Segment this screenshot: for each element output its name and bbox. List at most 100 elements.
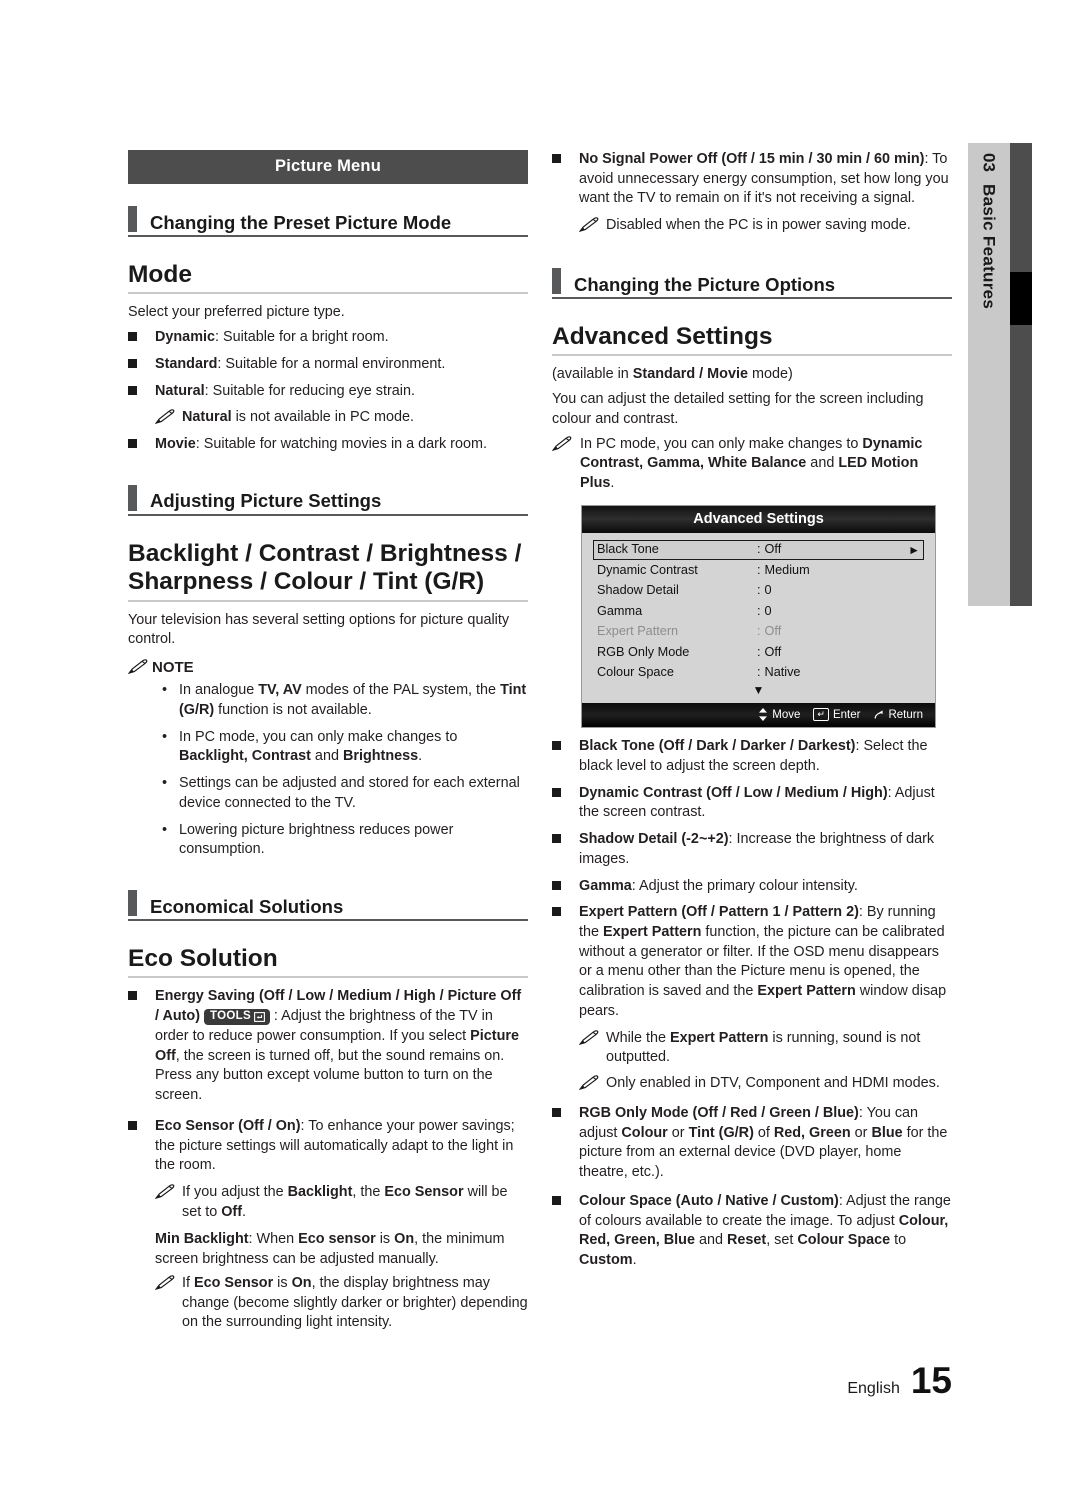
note-bold: TV, AV [258,682,302,699]
square-bullet-icon [128,382,155,402]
square-bullet-icon [128,435,155,455]
note-heading: NOTE [128,659,528,676]
note-text: . [241,1203,246,1220]
list-item: • In analogue TV, AV modes of the PAL sy… [162,681,528,720]
note-label: NOTE [152,659,194,677]
note-text: function is not available. [214,701,372,718]
square-bullet-icon [552,1104,579,1183]
osd-move-hint: Move [758,708,800,722]
list-item: • Settings can be adjusted and stored fo… [162,774,528,813]
min-backlight-bold: On [394,1231,415,1248]
section-marker-icon [552,267,561,294]
list-item: Standard: Suitable for a normal environm… [128,355,528,375]
note-text: , the [352,1183,385,1200]
section-header-label: Changing the Picture Options [574,273,836,295]
square-bullet-icon [552,737,579,776]
list-item: Movie: Suitable for watching movies in a… [128,435,528,455]
list-item: RGB Only Mode (Off / Red / Green / Blue)… [552,1104,952,1183]
note-text: In analogue [179,682,259,699]
advanced-settings-intro: You can adjust the detailed setting for … [552,391,924,427]
list-item: • Lowering picture brightness reduces po… [162,821,528,860]
option-term: Dynamic Contrast (Off / Low / Medium / H… [579,784,888,801]
rgb-only-bold: Colour [621,1124,668,1141]
osd-row-label: Expert Pattern [597,624,679,639]
note-item: In PC mode, you can only make changes to… [552,435,952,494]
availability-post: mode) [747,366,793,383]
note-text: In PC mode, you can only make changes to [179,728,458,745]
dot-bullet-icon: • [162,821,168,838]
dot-bullet-icon: • [162,728,168,745]
min-backlight-text: is [375,1231,395,1248]
osd-row-value-text: Off [764,624,782,639]
no-signal-note: Disabled when the PC is in power saving … [606,217,911,234]
option-term: Gamma [579,877,632,894]
osd-row-value-text: Medium [764,562,810,577]
colour-space-term: Colour Space (Auto / Native / Custom) [579,1192,839,1209]
osd-row[interactable]: RGB Only Mode : Off [593,642,924,662]
pencil-note-icon [155,408,182,429]
min-backlight-paragraph: Min Backlight: When Eco sensor is On, th… [155,1230,528,1269]
dot-bullet-icon: • [162,775,168,792]
colour-space-text: to [890,1232,907,1249]
topic-mode: Mode [128,261,528,295]
osd-return-hint: Return [873,709,923,721]
natural-note-bold: Natural [182,409,232,426]
note-text: Settings can be adjusted and stored for … [179,775,520,811]
osd-row[interactable]: Colour Space : Native [593,663,924,683]
note-item: Only enabled in DTV, Component and HDMI … [579,1074,952,1095]
osd-row-label: Gamma [597,603,643,618]
note-bold: Eco Sensor [384,1183,464,1200]
enter-arrow-icon [253,1011,265,1022]
osd-row[interactable]: Gamma :0 [593,601,924,621]
note-bold: Backlight [287,1183,353,1200]
section-header-adjusting-picture-settings: Adjusting Picture Settings [128,484,528,516]
square-bullet-icon [128,987,155,1105]
osd-row[interactable]: Black Tone : Off ► [593,539,924,561]
return-arrow-icon [875,710,884,719]
up-down-arrow-icon [759,708,768,722]
min-backlight-text: : When [248,1231,299,1248]
osd-row: Expert Pattern : Off [593,622,924,642]
osd-enter-hint: ↵ Enter [813,708,860,722]
energy-saving-desc-2: , the screen is turned off, but the soun… [155,1047,505,1104]
note-dot-list: • In analogue TV, AV modes of the PAL sy… [162,681,528,860]
availability-line: (available in Standard / Movie mode) [552,365,952,385]
section-header-changing-picture-options: Changing the Picture Options [552,267,952,299]
topic-advanced-settings: Advanced Settings [552,323,952,357]
osd-row-value-text: 0 [764,603,772,618]
list-item: Black Tone (Off / Dark / Darker / Darkes… [552,737,952,776]
chapter-tab: 03 Basic Features [968,143,1010,606]
osd-row-value: : Off [757,624,782,639]
rgb-only-term: RGB Only Mode (Off / Red / Green / Blue) [579,1104,859,1121]
availability-pre: (available in [552,366,633,383]
picture-menu-banner: Picture Menu [128,150,528,184]
list-item: Gamma: Adjust the primary colour intensi… [552,877,952,897]
note-bold: On [291,1274,312,1291]
square-bullet-icon [552,784,579,823]
note-text: If you adjust the [182,1183,288,1200]
rgb-only-bold: Red, Green [773,1124,851,1141]
topic-backlight-contrast: Backlight / Contrast / Brightness / Shar… [128,540,528,602]
osd-row-value: : Off [757,644,782,659]
colour-space-text: , set [766,1232,798,1249]
osd-row-value-text: Off [764,542,782,557]
pencil-note-icon [155,1183,182,1222]
osd-row-label: Shadow Detail [597,583,679,598]
square-bullet-icon [552,830,579,869]
osd-row-value-text: Native [764,665,801,680]
note-bold: Eco Sensor [194,1274,274,1291]
scroll-down-icon[interactable]: ▼ [593,683,924,701]
osd-row[interactable]: Shadow Detail :0 [593,581,924,601]
osd-row[interactable]: Dynamic Contrast : Medium [593,560,924,580]
topic-eco-solution: Eco Solution [128,945,528,979]
mode-intro: Select your preferred picture type. [128,304,345,321]
pencil-note-icon [128,659,152,676]
tools-label: TOOLS [210,1010,251,1023]
rgb-only-text: of [753,1124,774,1141]
note-text: is [273,1274,292,1291]
mode-term: Natural [155,382,205,399]
availability-bold: Standard / Movie [632,366,748,383]
pencil-note-icon [579,216,606,237]
chapter-bar-active-marker [1010,272,1032,325]
list-item: Natural: Suitable for reducing eye strai… [128,382,528,402]
